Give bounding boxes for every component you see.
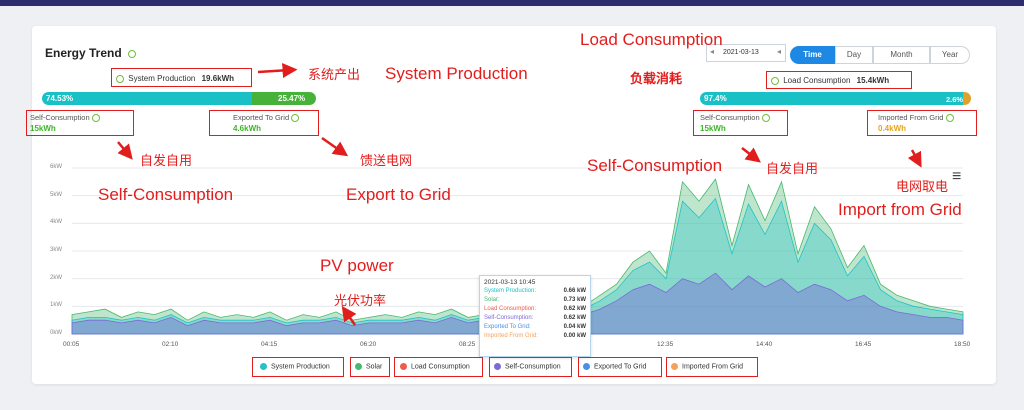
- y-tick-label: 6kW: [50, 164, 62, 170]
- chart-menu-icon[interactable]: ≡: [952, 168, 961, 186]
- tooltip-value: 0.62 kW: [563, 306, 586, 312]
- legend-system-production[interactable]: System Production: [260, 363, 330, 370]
- legend-self-consumption[interactable]: Self-Consumption: [494, 363, 561, 370]
- annotation-pv-power-cn: 光伏功率: [334, 293, 387, 308]
- annotation-import-cn: 电网取电: [896, 179, 949, 194]
- annotation-self-consumption-left-cn: 自发自用: [140, 153, 193, 168]
- annotation-self-consumption-left-en: Self-Consumption: [98, 185, 234, 204]
- annotation-system-production-en: System Production: [385, 64, 528, 83]
- x-tick-label: 02:10: [162, 341, 179, 348]
- annotation-load-consumption-en: Load Consumption: [580, 30, 723, 49]
- annotation-self-consumption-right-cn: 自发自用: [766, 161, 819, 176]
- y-tick-label: 0kW: [50, 330, 62, 336]
- x-tick-label: 14:40: [756, 341, 773, 348]
- x-tick-label: 16:45: [855, 341, 872, 348]
- tooltip-value: 0.73 kW: [563, 297, 586, 303]
- annotation-self-consumption-right-en: Self-Consumption: [587, 156, 723, 175]
- y-tick-label: 1kW: [50, 302, 62, 309]
- x-tick-label: 18:50: [954, 341, 971, 348]
- legend-dot: [260, 363, 267, 370]
- legend-dot: [355, 363, 362, 370]
- legend-dot: [671, 363, 678, 370]
- x-tick-label: 12:35: [657, 341, 674, 348]
- legend-dot: [583, 363, 590, 370]
- y-tick-label: 4kW: [50, 219, 62, 226]
- annotation-export-en: Export to Grid: [346, 185, 451, 204]
- annotation-import-en: Import from Grid: [838, 200, 962, 219]
- tooltip-value: 0.62 kW: [563, 315, 586, 321]
- annotation-export-cn: 馈送电网: [360, 153, 413, 168]
- tooltip-value: 0.04 kW: [563, 324, 586, 330]
- annotation-load-consumption-cn: 负载消耗: [630, 71, 683, 86]
- y-tick-label: 3kW: [50, 247, 62, 253]
- tooltip-label: Solar:: [484, 297, 500, 303]
- tooltip-value: 0.66 kW: [563, 288, 586, 294]
- annotation-system-production-cn: 系统产出: [308, 67, 361, 82]
- tooltip-time: 2021-03-13 10:45: [484, 279, 536, 286]
- tooltip-value: 0.00 kW: [563, 333, 586, 339]
- tooltip-label: Exported To Grid:: [484, 324, 531, 330]
- tooltip-label: System Production:: [484, 288, 537, 294]
- tooltip-label: Imported From Grid:: [484, 333, 539, 339]
- tooltip-label: Load Consumption:: [484, 306, 537, 312]
- y-tick-label: 2kW: [50, 274, 62, 281]
- y-tick-label: 5kW: [50, 191, 62, 198]
- legend-solar[interactable]: Solar: [355, 363, 382, 370]
- legend-imported[interactable]: Imported From Grid: [671, 363, 743, 370]
- x-tick-label: 04:15: [261, 341, 278, 348]
- tooltip-label: Self-Consumption:: [484, 315, 534, 321]
- annotation-pv-power-en: PV power: [320, 256, 394, 275]
- legend-exported[interactable]: Exported To Grid: [583, 363, 646, 370]
- legend-dot: [400, 363, 407, 370]
- x-tick-label: 00:05: [63, 341, 80, 348]
- x-tick-label: 08:25: [459, 341, 476, 348]
- legend-load-consumption[interactable]: Load Consumption: [400, 363, 470, 370]
- x-tick-label: 06:20: [360, 341, 377, 348]
- chart-tooltip: 2021-03-13 10:45 System Production: 0.66 …: [479, 275, 591, 357]
- legend-dot: [494, 363, 501, 370]
